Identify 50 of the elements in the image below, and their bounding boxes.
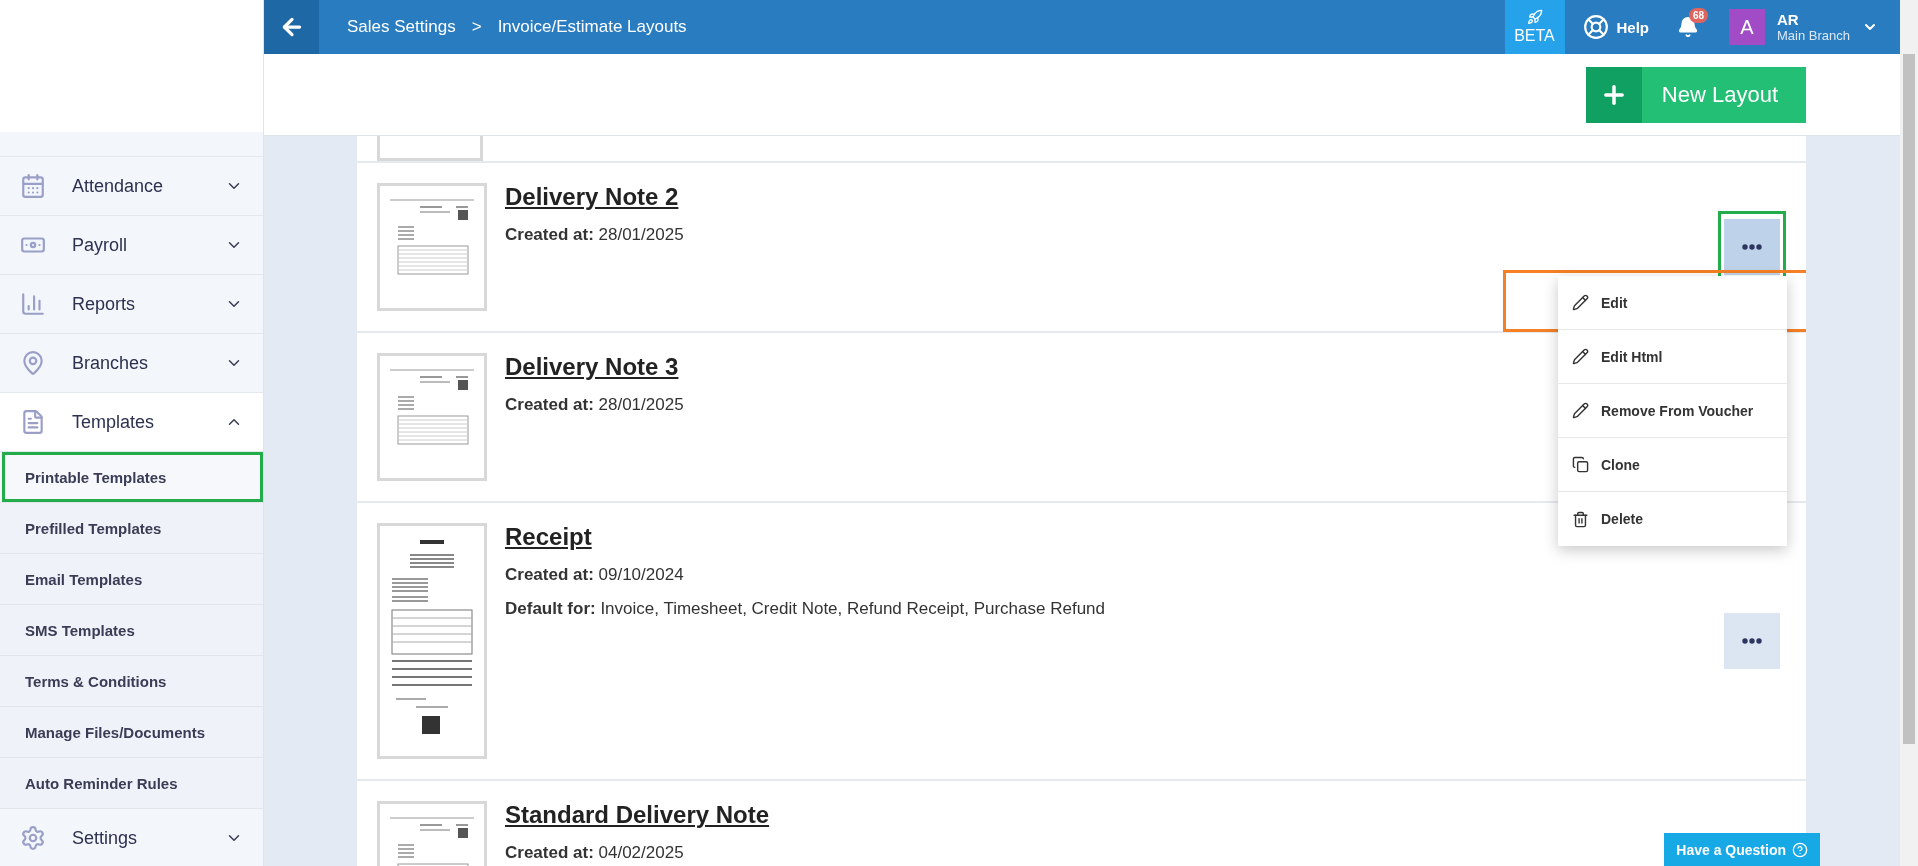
layout-title[interactable]: Standard Delivery Note [505,801,770,829]
lifebuoy-icon [1582,14,1609,40]
rocket-icon [1526,9,1543,25]
menu-item[interactable]: Remove From Voucher [1558,384,1787,438]
copy-icon [1572,456,1589,473]
layout-title[interactable]: Receipt [505,523,592,551]
breadcrumb-link[interactable]: Sales Settings [347,17,456,37]
document-icon [20,409,46,435]
ellipsis-icon [1742,244,1762,250]
bar-chart-icon [20,291,46,317]
help-icon [1792,841,1808,858]
user-branch: Main Branch [1777,28,1850,43]
sidebar-subitem[interactable]: Terms & Conditions [0,656,263,707]
created-date: Created at: 09/10/2024 [505,565,684,585]
calendar-icon [20,173,46,199]
layout-title[interactable]: Delivery Note 3 [505,353,679,381]
more-options-button[interactable] [1724,219,1780,275]
map-pin-icon [20,350,46,376]
default-for-text: Default for: Invoice, Timesheet, Credit Note, Refund Receipt, Purchase Refund [505,599,1105,619]
pencil-icon [1572,348,1589,365]
sidebar-subitem[interactable]: Manage Files/Documents [0,707,263,758]
menu-item[interactable]: Delete [1558,492,1787,546]
notification-count: 68 [1689,8,1709,23]
user-name: AR [1777,11,1799,28]
sidebar-item[interactable]: Templates [0,393,263,452]
settings-icon [20,825,46,851]
trash-icon [1572,510,1589,528]
sidebar-subitem[interactable]: Prefilled Templates [0,503,263,554]
menu-item[interactable]: Edit Html [1558,330,1787,384]
pencil-icon [1572,402,1589,419]
sidebar-subitem[interactable]: Auto Reminder Rules [0,758,263,809]
sidebar-subitem[interactable]: Printable Templates [0,452,263,503]
sidebar-subitem[interactable]: SMS Templates [0,605,263,656]
breadcrumb-link[interactable]: Invoice/Estimate Layouts [497,17,687,37]
layout-title[interactable]: Delivery Note 2 [505,183,679,211]
scrollbar[interactable] [1900,0,1918,866]
menu-item[interactable]: Edit [1558,276,1787,330]
more-options-button[interactable] [1724,613,1780,669]
ellipsis-icon [1742,638,1762,644]
created-date: Created at: 28/01/2025 [505,225,684,245]
breadcrumb-separator: > [471,17,482,37]
sidebar-subitem[interactable]: Email Templates [0,554,263,605]
user-menu[interactable]: A AR Main Branch [1729,0,1900,54]
menu-item[interactable]: Clone [1558,438,1787,492]
back-button[interactable] [264,0,319,54]
pencil-icon [1572,294,1589,311]
created-date: Created at: 28/01/2025 [505,395,684,415]
help-button[interactable]: Help [1564,0,1667,54]
created-date: Created at: 04/02/2025 [505,843,684,863]
user-avatar: A [1729,9,1765,45]
